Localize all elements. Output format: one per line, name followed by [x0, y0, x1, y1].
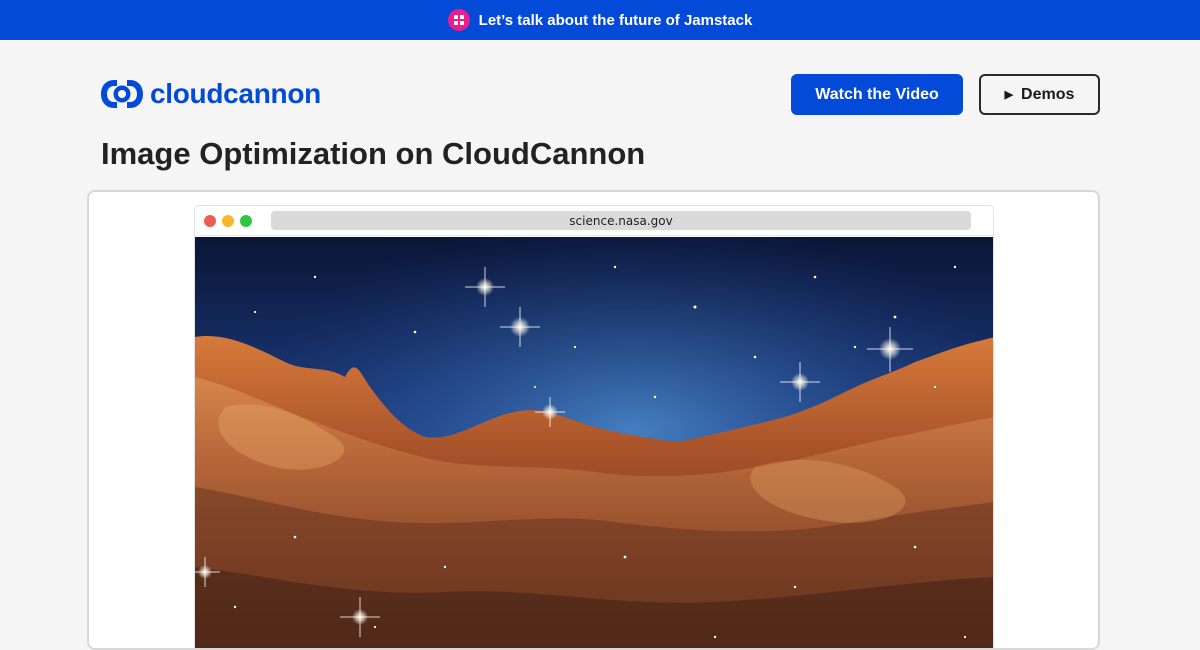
cloudcannon-logo[interactable]: cloudcannon	[100, 77, 321, 111]
url-bar[interactable]: science.nasa.gov	[271, 211, 971, 230]
demos-button-label: Demos	[1021, 85, 1075, 103]
page-title: Image Optimization on CloudCannon	[101, 136, 646, 171]
logo-wordmark: cloudcannon	[150, 78, 321, 109]
demos-button[interactable]: ▶ Demos	[979, 74, 1100, 115]
play-icon: ▶	[1004, 89, 1014, 101]
announcement-bar[interactable]: Let’s talk about the future of Jamstack	[0, 0, 1200, 40]
demo-frame: science.nasa.gov	[87, 190, 1100, 650]
nebula-image	[195, 237, 993, 648]
close-window-icon[interactable]	[204, 215, 216, 227]
cloudcannon-logo-icon	[101, 80, 143, 108]
maximize-window-icon[interactable]	[240, 215, 252, 227]
watch-video-button[interactable]: Watch the Video	[791, 74, 963, 115]
browser-window: science.nasa.gov	[194, 205, 994, 648]
jamstack-badge-icon	[447, 9, 470, 31]
browser-toolbar: science.nasa.gov	[195, 206, 993, 236]
minimize-window-icon[interactable]	[222, 215, 234, 227]
announcement-text[interactable]: Let’s talk about the future of Jamstack	[479, 12, 753, 29]
